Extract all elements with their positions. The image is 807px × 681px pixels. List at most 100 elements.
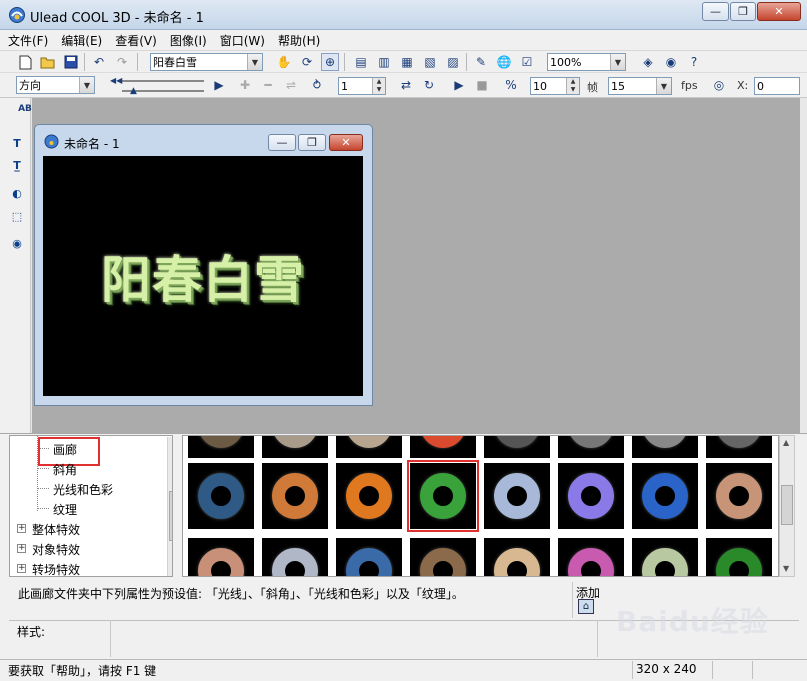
close-button[interactable]: ✕ [757, 2, 801, 21]
preset-thumbnail[interactable] [484, 436, 550, 458]
preset-thumbnail[interactable] [188, 436, 254, 458]
preset-thumbnail[interactable] [484, 463, 550, 529]
text-object-combo[interactable]: 阳春白雪 ▼ [150, 53, 263, 71]
preset-thumbnail[interactable] [262, 538, 328, 576]
speed-input[interactable]: 10 ▲ ▼ [530, 77, 580, 95]
frame-number-input[interactable]: 1 ▲ ▼ [338, 77, 386, 95]
edit-text-icon[interactable]: T̲ [8, 156, 26, 174]
tree-expander-icon[interactable]: + [17, 544, 26, 553]
align-back-icon[interactable]: ▥ [375, 53, 393, 71]
globe-icon[interactable]: 🌐 [495, 53, 513, 71]
workspace-scrollbar[interactable] [800, 98, 807, 433]
insert-graphic-icon[interactable]: ◐ [8, 184, 26, 202]
loop-icon[interactable]: ⥁ [308, 76, 326, 94]
context-help-icon[interactable]: ? [685, 53, 703, 71]
insert-text-icon[interactable]: T [8, 134, 26, 152]
chevron-down-icon[interactable]: ▼ [79, 77, 94, 93]
tree-item-texture[interactable]: 纹理 [53, 501, 77, 518]
end-frame-icon[interactable]: ▶ [210, 76, 228, 94]
refresh-icon[interactable]: ↻ [420, 76, 438, 94]
export-web-icon[interactable]: ◈ [639, 53, 657, 71]
minimize-button[interactable]: — [702, 2, 729, 21]
preset-thumbnail[interactable] [558, 538, 624, 576]
pingpong-icon[interactable]: ⇄ [397, 76, 415, 94]
object-manager-icon[interactable]: ◉ [8, 234, 26, 252]
menu-image[interactable]: 图像(I) [170, 32, 207, 49]
menu-view[interactable]: 查看(V) [115, 32, 157, 49]
align-front-icon[interactable]: ▤ [352, 53, 370, 71]
menu-file[interactable]: 文件(F) [8, 32, 48, 49]
camera-icon[interactable]: ◎ [710, 76, 728, 94]
add-keyframe-icon[interactable]: ✚ [236, 76, 254, 94]
spin-arrows-icon[interactable]: ▲ ▼ [566, 78, 579, 94]
preset-thumbnail[interactable] [558, 436, 624, 458]
tree-item-object-fx[interactable]: 对象特效 [32, 541, 80, 558]
stop-icon[interactable]: ■ [473, 76, 491, 94]
preset-thumbnail[interactable] [558, 463, 624, 529]
gallery-scroll-thumb[interactable] [781, 485, 793, 525]
tree-item-light-color[interactable]: 光线和色彩 [53, 481, 113, 498]
preview-canvas[interactable]: 阳春白雪 [43, 156, 363, 396]
preset-thumbnail[interactable] [706, 538, 772, 576]
preset-thumbnail[interactable] [632, 436, 698, 458]
new-file-icon[interactable] [16, 53, 34, 71]
preset-thumbnail[interactable] [410, 538, 476, 576]
doc-minimize-button[interactable]: — [268, 134, 296, 151]
tree-item-bevel[interactable]: 斜角 [53, 461, 77, 478]
tree-expander-icon[interactable]: + [17, 564, 26, 573]
chevron-down-icon[interactable]: ▼ [656, 78, 671, 94]
preset-thumbnail[interactable] [262, 436, 328, 458]
fps-combo[interactable]: 15 ▼ [608, 77, 672, 95]
preset-thumbnail[interactable] [706, 463, 772, 529]
canvas-3d-text[interactable]: 阳春白雪 [43, 156, 363, 396]
tree-item-global-fx[interactable]: 整体特效 [32, 521, 80, 538]
chevron-down-icon[interactable]: ▼ [247, 54, 262, 70]
preset-thumbnail[interactable] [188, 463, 254, 529]
menu-window[interactable]: 窗口(W) [220, 32, 265, 49]
effect-wand-icon[interactable]: ✎ [472, 53, 490, 71]
preset-thumbnail[interactable] [262, 463, 328, 529]
preset-thumbnail[interactable] [336, 538, 402, 576]
undo-icon[interactable]: ↶ [90, 53, 108, 71]
tree-scroll-thumb[interactable] [169, 491, 172, 541]
preset-thumbnail[interactable] [632, 538, 698, 576]
preset-thumbnail[interactable] [336, 436, 402, 458]
redo-icon[interactable]: ↷ [113, 53, 131, 71]
speed-icon[interactable]: % [502, 76, 520, 94]
scroll-down-icon[interactable]: ▼ [783, 564, 789, 573]
menu-help[interactable]: 帮助(H) [278, 32, 320, 49]
hand-move-icon[interactable]: ✋ [275, 53, 293, 71]
maximize-button[interactable]: ❐ [730, 2, 756, 21]
scroll-up-icon[interactable]: ▲ [783, 438, 789, 447]
layer-up-icon[interactable]: ▦ [398, 53, 416, 71]
chevron-down-icon[interactable]: ▼ [610, 54, 625, 70]
plugin-icon[interactable]: ◉ [662, 53, 680, 71]
preset-thumbnail[interactable] [632, 463, 698, 529]
rotate-object-icon[interactable]: ⟳ [298, 53, 316, 71]
select-object-icon[interactable]: ⬚ [8, 207, 26, 225]
direction-combo[interactable]: 方向 ▼ [16, 76, 95, 94]
x-position-input[interactable]: 0 [754, 77, 800, 95]
zoom-combo[interactable]: 100% ▼ [547, 53, 626, 71]
layer-down-icon[interactable]: ▧ [421, 53, 439, 71]
preset-thumbnail[interactable] [407, 460, 479, 532]
remove-keyframe-icon[interactable]: ━ [259, 76, 277, 94]
tree-item-transition-fx[interactable]: 转场特效 [32, 561, 80, 576]
open-folder-icon[interactable] [39, 53, 57, 71]
add-preset-icon[interactable]: ⌂ [578, 599, 594, 614]
resize-object-icon[interactable]: ⊕ [321, 53, 339, 71]
doc-close-button[interactable]: ✕ [329, 134, 363, 151]
menu-edit[interactable]: 编辑(E) [61, 32, 102, 49]
save-icon[interactable] [62, 53, 80, 71]
reverse-keyframe-icon[interactable]: ⇌ [282, 76, 300, 94]
preset-thumbnail[interactable] [336, 463, 402, 529]
preset-thumbnail[interactable] [484, 538, 550, 576]
start-frame-icon[interactable]: ◀◀ [110, 76, 122, 85]
preset-thumbnail[interactable] [706, 436, 772, 458]
play-icon[interactable]: ▶ [450, 76, 468, 94]
check-chart-icon[interactable]: ☑ [518, 53, 536, 71]
preset-thumbnail[interactable] [410, 436, 476, 458]
layer-flat-icon[interactable]: ▨ [444, 53, 462, 71]
tree-expander-icon[interactable]: + [17, 524, 26, 533]
timeline-slider[interactable]: ◀◀ ▲ [108, 75, 208, 96]
